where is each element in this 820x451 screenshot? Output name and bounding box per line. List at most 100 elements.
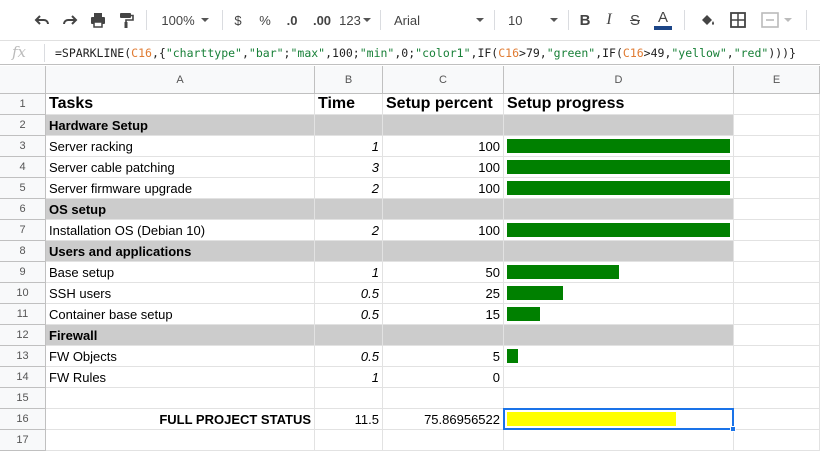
cell-e7[interactable]: [734, 220, 820, 241]
cell-b1[interactable]: Time: [315, 94, 383, 115]
cell-b8[interactable]: [315, 241, 383, 262]
cell-a8[interactable]: Users and applications: [46, 241, 315, 262]
column-header-d[interactable]: D: [504, 66, 734, 94]
cell-c9[interactable]: 50: [383, 262, 504, 283]
cell-e10[interactable]: [734, 283, 820, 304]
cell-d5[interactable]: [504, 178, 734, 199]
cell-d11[interactable]: [504, 304, 734, 325]
cell-c13[interactable]: 5: [383, 346, 504, 367]
row-header[interactable]: 12: [0, 325, 46, 346]
row-header[interactable]: 10: [0, 283, 46, 304]
cell-e9[interactable]: [734, 262, 820, 283]
cell-c5[interactable]: 100: [383, 178, 504, 199]
cell-d10[interactable]: [504, 283, 734, 304]
cell-e8[interactable]: [734, 241, 820, 262]
cell-b15[interactable]: [315, 388, 383, 409]
row-header[interactable]: 6: [0, 199, 46, 220]
column-header-e[interactable]: E: [734, 66, 820, 94]
row-header[interactable]: 3: [0, 136, 46, 157]
cell-a16[interactable]: FULL PROJECT STATUS: [46, 409, 315, 430]
cell-c7[interactable]: 100: [383, 220, 504, 241]
percent-button[interactable]: %: [256, 8, 274, 32]
cell-d15[interactable]: [504, 388, 734, 409]
cell-a12[interactable]: Firewall: [46, 325, 315, 346]
cell-e6[interactable]: [734, 199, 820, 220]
cell-c14[interactable]: 0: [383, 367, 504, 388]
formula-input[interactable]: =SPARKLINE(C16,{"charttype","bar";"max",…: [55, 46, 796, 60]
print-icon[interactable]: [86, 8, 110, 32]
cell-d3[interactable]: [504, 136, 734, 157]
row-header[interactable]: 5: [0, 178, 46, 199]
cell-d16[interactable]: [504, 409, 734, 430]
cell-e12[interactable]: [734, 325, 820, 346]
cell-d13[interactable]: [504, 346, 734, 367]
row-header[interactable]: 2: [0, 115, 46, 136]
cell-b12[interactable]: [315, 325, 383, 346]
increase-decimal-button[interactable]: .00: [310, 8, 334, 32]
cell-a15[interactable]: [46, 388, 315, 409]
cell-a10[interactable]: SSH users: [46, 283, 315, 304]
cell-d8[interactable]: [504, 241, 734, 262]
row-header[interactable]: 13: [0, 346, 46, 367]
currency-button[interactable]: $: [230, 8, 246, 32]
cell-e5[interactable]: [734, 178, 820, 199]
cell-a1[interactable]: Tasks: [46, 94, 315, 115]
zoom-select[interactable]: 100%: [156, 8, 214, 32]
fill-color-icon[interactable]: [696, 8, 720, 32]
row-header[interactable]: 1: [0, 94, 46, 115]
row-header[interactable]: 16: [0, 409, 46, 430]
cell-d4[interactable]: [504, 157, 734, 178]
fill-handle[interactable]: [730, 426, 736, 432]
cell-a7[interactable]: Installation OS (Debian 10): [46, 220, 315, 241]
undo-icon[interactable]: [30, 8, 54, 32]
text-color-button[interactable]: A: [652, 8, 674, 32]
cell-b4[interactable]: 3: [315, 157, 383, 178]
cell-e13[interactable]: [734, 346, 820, 367]
cell-a2[interactable]: Hardware Setup: [46, 115, 315, 136]
more-formats-button[interactable]: 123: [338, 8, 372, 32]
cell-c6[interactable]: [383, 199, 504, 220]
cell-e1[interactable]: [734, 94, 820, 115]
cell-c11[interactable]: 15: [383, 304, 504, 325]
column-header-c[interactable]: C: [383, 66, 504, 94]
cell-d7[interactable]: [504, 220, 734, 241]
paint-format-icon[interactable]: [114, 8, 138, 32]
merge-cells-icon[interactable]: [756, 8, 796, 32]
cell-e11[interactable]: [734, 304, 820, 325]
row-header[interactable]: 4: [0, 157, 46, 178]
cell-d2[interactable]: [504, 115, 734, 136]
font-select[interactable]: Arial: [390, 8, 488, 32]
cell-a3[interactable]: Server racking: [46, 136, 315, 157]
strikethrough-button[interactable]: S: [626, 8, 644, 32]
cell-a14[interactable]: FW Rules: [46, 367, 315, 388]
bold-button[interactable]: B: [576, 8, 594, 32]
cell-e14[interactable]: [734, 367, 820, 388]
cell-b14[interactable]: 1: [315, 367, 383, 388]
cell-d1[interactable]: Setup progress: [504, 94, 734, 115]
cell-a5[interactable]: Server firmware upgrade: [46, 178, 315, 199]
cell-b10[interactable]: 0.5: [315, 283, 383, 304]
column-header-b[interactable]: B: [315, 66, 383, 94]
cell-b13[interactable]: 0.5: [315, 346, 383, 367]
cell-b7[interactable]: 2: [315, 220, 383, 241]
cell-e2[interactable]: [734, 115, 820, 136]
borders-icon[interactable]: [726, 8, 750, 32]
cell-b5[interactable]: 2: [315, 178, 383, 199]
font-size-select[interactable]: 10: [504, 8, 562, 32]
cell-b16[interactable]: 11.5: [315, 409, 383, 430]
cell-c10[interactable]: 25: [383, 283, 504, 304]
row-header[interactable]: 14: [0, 367, 46, 388]
cell-a13[interactable]: FW Objects: [46, 346, 315, 367]
cell-d9[interactable]: [504, 262, 734, 283]
cell-c8[interactable]: [383, 241, 504, 262]
cell-e4[interactable]: [734, 157, 820, 178]
cell-b3[interactable]: 1: [315, 136, 383, 157]
cell-a11[interactable]: Container base setup: [46, 304, 315, 325]
cell-c15[interactable]: [383, 388, 504, 409]
cell-e15[interactable]: [734, 388, 820, 409]
cell-b2[interactable]: [315, 115, 383, 136]
column-header-a[interactable]: A: [46, 66, 315, 94]
row-header[interactable]: 7: [0, 220, 46, 241]
cell-b6[interactable]: [315, 199, 383, 220]
cell-c1[interactable]: Setup percent: [383, 94, 504, 115]
